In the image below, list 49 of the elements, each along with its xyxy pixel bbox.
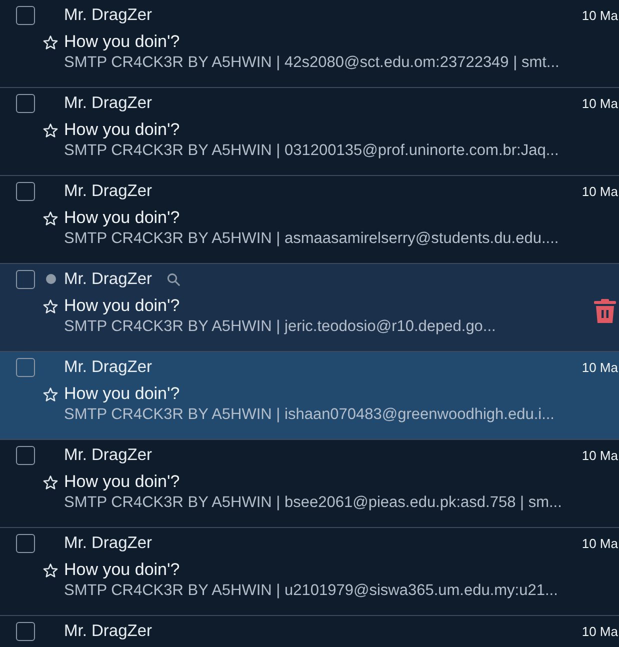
search-icon[interactable]	[166, 272, 182, 286]
message-snippet: SMTP CR4CK3R BY A5HWIN | u2101979@siswa365.um.edu.my:u21...	[64, 582, 558, 600]
checkbox[interactable]	[16, 94, 35, 112]
message-subject: How you doin'?	[64, 472, 180, 492]
checkbox[interactable]	[16, 446, 35, 464]
message-subject: How you doin'?	[64, 384, 180, 404]
unread-dot-icon[interactable]	[46, 274, 56, 284]
sender-name: Mr. DragZer	[64, 358, 152, 376]
message-subject: How you doin'?	[64, 208, 180, 228]
star-icon[interactable]	[43, 122, 58, 138]
message-row[interactable]: Mr. DragZer How you doin'? SMTP CR4CK3R BY A5HWIN | jeric.teodosio@r10.deped.go...	[0, 264, 619, 352]
message-date: 10 Ma	[582, 448, 618, 462]
sender-name: Mr. DragZer	[64, 622, 152, 640]
checkbox[interactable]	[16, 622, 35, 640]
message-snippet: SMTP CR4CK3R BY A5HWIN | ishaan070483@greenwoodhigh.edu.i...	[64, 406, 554, 424]
message-subject: How you doin'?	[64, 560, 180, 580]
star-icon[interactable]	[43, 562, 58, 578]
message-snippet: SMTP CR4CK3R BY A5HWIN | bsee2061@pieas.edu.pk:asd.758 | sm...	[64, 494, 562, 512]
message-date: 10 Ma	[582, 8, 618, 22]
star-icon[interactable]	[43, 34, 58, 50]
message-subject: How you doin'?	[64, 120, 180, 140]
message-date: 10 Ma	[582, 184, 618, 198]
checkbox[interactable]	[16, 6, 35, 24]
message-snippet: SMTP CR4CK3R BY A5HWIN | jeric.teodosio@r10.deped.go...	[64, 318, 496, 336]
sender-name: Mr. DragZer	[64, 182, 152, 200]
sender-name: Mr. DragZer	[64, 6, 152, 24]
message-row[interactable]: Mr. DragZer 10 Ma How you doin'? SMTP CR4CK3R BY A5HWIN | ishaan070483@greenwoodhigh.edu.i...	[0, 352, 619, 440]
checkbox[interactable]	[16, 358, 35, 376]
star-icon[interactable]	[43, 210, 58, 226]
sender-name: Mr. DragZer	[64, 94, 152, 112]
message-snippet: SMTP CR4CK3R BY A5HWIN | asmaasamirelserry@students.du.edu....	[64, 230, 559, 248]
message-date: 10 Ma	[582, 624, 618, 638]
sender-name: Mr. DragZer	[64, 446, 152, 464]
star-icon[interactable]	[43, 386, 58, 402]
message-date: 10 Ma	[582, 96, 618, 110]
trash-icon[interactable]	[594, 299, 616, 323]
star-icon[interactable]	[43, 298, 58, 314]
message-subject: How you doin'?	[64, 32, 180, 52]
message-snippet: SMTP CR4CK3R BY A5HWIN | 031200135@prof.uninorte.com.br:Jaq...	[64, 142, 559, 160]
message-snippet: SMTP CR4CK3R BY A5HWIN | 42s2080@sct.edu.om:23722349 | smt...	[64, 54, 560, 72]
checkbox[interactable]	[16, 270, 35, 288]
message-date: 10 Ma	[582, 360, 618, 374]
checkbox[interactable]	[16, 534, 35, 552]
message-subject: How you doin'?	[64, 296, 180, 316]
message-date: 10 Ma	[582, 536, 618, 550]
checkbox[interactable]	[16, 182, 35, 200]
sender-name: Mr. DragZer	[64, 534, 152, 552]
star-icon[interactable]	[43, 474, 58, 490]
sender-name: Mr. DragZer	[64, 270, 152, 288]
